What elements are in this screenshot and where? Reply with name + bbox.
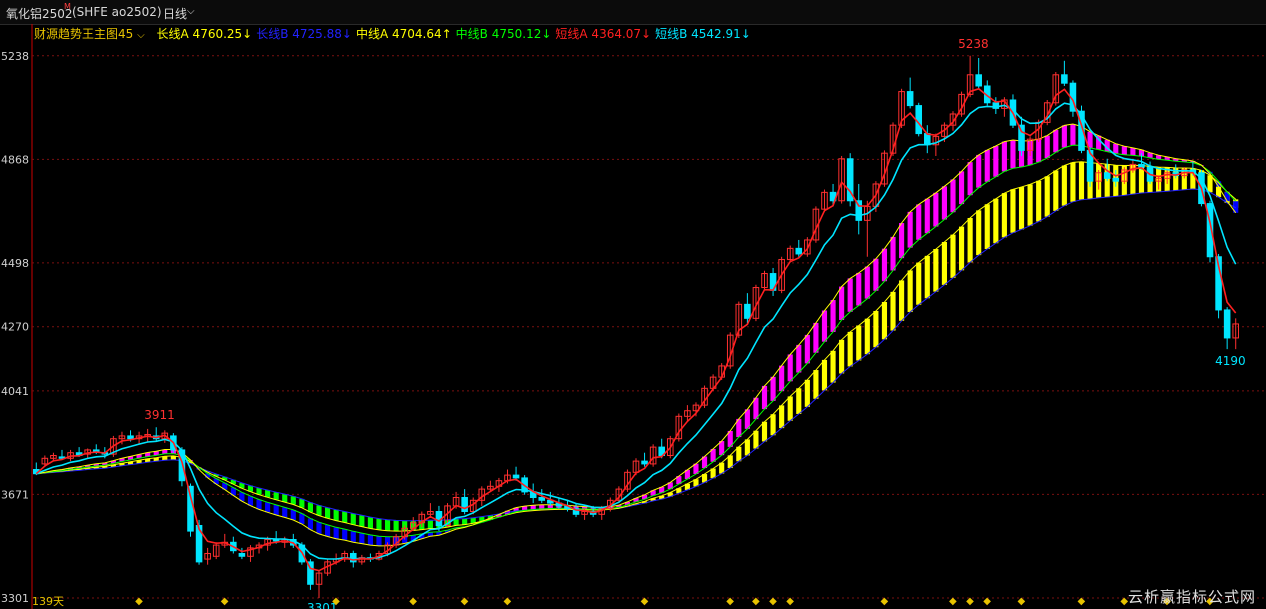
extreme-price-label: 4190: [1215, 354, 1246, 368]
signal-diamond-icon: ◆: [949, 596, 957, 607]
candle-body: [512, 474, 520, 479]
candle-body: [461, 497, 468, 512]
candle-body: [127, 435, 134, 440]
signal-diamond-icon: ◆: [786, 596, 794, 607]
candle-body: [641, 460, 648, 465]
symbol-name[interactable]: 氧化铝2502: [6, 5, 73, 22]
extreme-price-label: 3911: [144, 408, 175, 422]
signal-diamond-icon: ◆: [726, 596, 734, 607]
chevron-down-icon[interactable]: ⌵: [187, 6, 195, 17]
bar-count: 139天: [32, 595, 64, 608]
period-selector[interactable]: 日线: [163, 5, 187, 22]
y-tick-label: 3671: [1, 488, 29, 501]
candle-body: [744, 303, 751, 319]
exchange-code: (SHFE ao2502): [72, 5, 162, 19]
signal-diamond-icon: ◆: [752, 596, 760, 607]
y-tick-label: 3301: [1, 592, 29, 605]
y-tick-label: 4868: [1, 153, 29, 166]
y-tick-label: 4270: [1, 321, 29, 334]
signal-diamond-icon: ◆: [880, 596, 888, 607]
candle-body: [1103, 172, 1111, 179]
candle-body: [187, 485, 194, 532]
watermark: 云析赢指标公式网: [1127, 588, 1256, 606]
candle-body: [238, 552, 246, 557]
extreme-price-label: 5238: [958, 37, 989, 51]
signal-diamond-icon: ◆: [135, 596, 143, 607]
candle-body: [92, 449, 100, 452]
candle-body: [915, 105, 923, 135]
candle-body: [1138, 163, 1145, 168]
candle-body: [1061, 74, 1068, 84]
signal-diamond-icon: ◆: [983, 596, 991, 607]
y-tick-label: 4041: [1, 385, 29, 398]
candle-body: [538, 497, 546, 501]
signal-diamond-icon: ◆: [641, 596, 649, 607]
signal-diamond-icon: ◆: [966, 596, 974, 607]
signal-diamond-icon: ◆: [503, 596, 511, 607]
signal-diamond-icon: ◆: [769, 596, 777, 607]
signal-diamond-icon: ◆: [409, 596, 417, 607]
signal-diamond-icon: ◆: [221, 596, 229, 607]
candle-body: [1112, 177, 1120, 182]
title-bar: 氧化铝2502 M (SHFE ao2502) 日线 ⌵: [0, 0, 1266, 25]
signal-diamond-icon: ◆: [1078, 596, 1086, 607]
candle-body: [1223, 309, 1231, 339]
signal-diamond-icon: ◆: [332, 596, 340, 607]
main-contract-marker: M: [64, 2, 71, 11]
signal-diamond-icon: ◆: [1018, 596, 1026, 607]
candle-body: [906, 91, 914, 107]
candle-body: [975, 74, 982, 87]
price-chart[interactable]: 5238486844984270404136713301391133015238…: [0, 24, 1266, 609]
y-tick-label: 5238: [1, 50, 29, 63]
y-tick-label: 4498: [1, 257, 29, 270]
signal-diamond-icon: ◆: [461, 596, 469, 607]
candle-body: [795, 247, 803, 255]
candle-body: [924, 133, 931, 146]
